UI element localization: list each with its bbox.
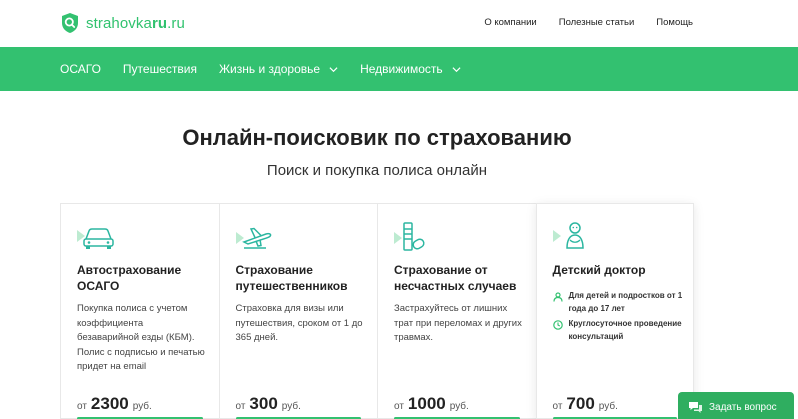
- airplane-icon: [235, 227, 271, 249]
- card-title: Страхование путешественников: [235, 263, 348, 293]
- top-header: strahovkaru.ru О компании Полезные стать…: [0, 0, 798, 47]
- nav-item-osago[interactable]: ОСАГО: [60, 62, 101, 76]
- person-icon: [552, 292, 563, 302]
- feature-item: Для детей и подростков от 1 года до 17 л…: [552, 290, 683, 315]
- shield-search-icon: [62, 13, 78, 33]
- chevron-down-icon: [329, 66, 338, 72]
- card-price: от 700 руб.: [552, 394, 618, 413]
- page-subtitle: Поиск и покупка полиса онлайн: [266, 162, 488, 179]
- clock-icon: [552, 320, 563, 330]
- car-icon: [77, 228, 114, 249]
- card-accident[interactable]: Страхование от несчастных случаев Застра…: [377, 203, 536, 419]
- topnav-about-link[interactable]: О компании: [484, 17, 536, 28]
- card-child-doctor[interactable]: Детский доктор Для детей и подростков от…: [535, 203, 694, 419]
- chat-label: Задать вопрос: [709, 401, 777, 413]
- page-title: Онлайн-поисковик по страхованию: [182, 125, 572, 150]
- card-travel[interactable]: Страхование путешественников Страховка д…: [218, 203, 377, 419]
- card-price: от 300 руб.: [235, 394, 301, 413]
- logo-text: strahovkaru.ru: [86, 14, 185, 32]
- topnav-articles-link[interactable]: Полезные статьи: [559, 17, 635, 28]
- logo[interactable]: strahovkaru.ru: [60, 12, 185, 34]
- ask-question-button[interactable]: Задать вопрос: [678, 392, 794, 419]
- card-title: Автострахование ОСАГО: [77, 263, 182, 293]
- feature-item: Круглосуточное проведение консультаций: [552, 318, 683, 343]
- card-price: от 2300 руб.: [77, 394, 152, 413]
- bandage-icon: [394, 222, 425, 251]
- main-nav: ОСАГО Путешествия Жизнь и здоровье Недви…: [0, 47, 798, 91]
- card-title: Страхование от несчастных случаев: [394, 263, 517, 293]
- card-title: Детский доктор: [552, 263, 646, 277]
- card-price: от 1000 руб.: [394, 394, 469, 413]
- nav-item-life-health[interactable]: Жизнь и здоровье: [219, 62, 338, 76]
- card-osago[interactable]: Автострахование ОСАГО Покупка полиса с у…: [60, 203, 219, 419]
- product-cards: Автострахование ОСАГО Покупка полиса с у…: [60, 203, 694, 419]
- nav-item-realty[interactable]: Недвижимость: [360, 62, 461, 76]
- card-description: Покупка полиса с учетом коэффициента без…: [77, 303, 205, 372]
- chat-icon: [689, 401, 702, 413]
- top-nav: О компании Полезные статьи Помощь: [484, 17, 693, 28]
- chevron-down-icon: [452, 66, 461, 72]
- baby-icon: [552, 222, 584, 249]
- card-description: Застрахуйтесь от лишних трат при перелом…: [394, 303, 522, 343]
- nav-item-travel[interactable]: Путешествия: [123, 62, 197, 76]
- topnav-help-link[interactable]: Помощь: [656, 17, 693, 28]
- card-description: Страховка для визы или путешествия, срок…: [235, 303, 363, 343]
